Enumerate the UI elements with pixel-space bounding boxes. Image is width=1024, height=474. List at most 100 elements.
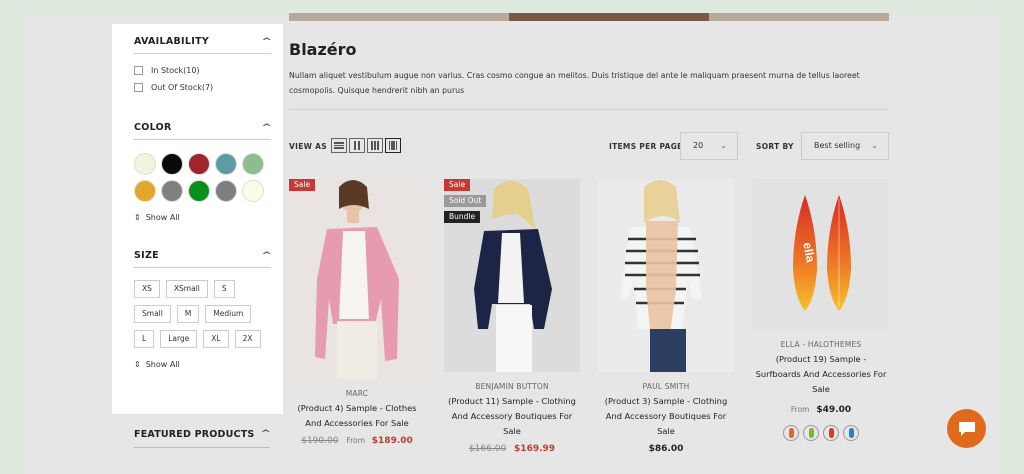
availability-header[interactable]: AVAILABILITY ^ xyxy=(134,36,273,54)
surfboard-icon xyxy=(788,428,794,438)
collection-description: Nullam aliquet vestibulum augue non vari… xyxy=(289,71,860,95)
expand-icon: ⇕ xyxy=(134,360,141,369)
list-view-button[interactable] xyxy=(331,138,347,153)
color-swatch[interactable] xyxy=(188,153,210,175)
filter-out-of-stock[interactable]: Out Of Stock(7) xyxy=(134,83,271,92)
size-option[interactable]: XL xyxy=(203,330,229,348)
sort-by-select[interactable]: Best selling ⌄ xyxy=(801,132,889,160)
chevron-up-icon[interactable]: ^ xyxy=(262,251,273,261)
size-header[interactable]: SIZE ^ xyxy=(134,250,273,268)
product-vendor[interactable]: ELLA - HALOTHEMES xyxy=(753,340,889,349)
color-swatch[interactable] xyxy=(188,180,210,202)
availability-title: AVAILABILITY xyxy=(134,36,210,47)
color-swatch[interactable] xyxy=(215,180,237,202)
chat-icon xyxy=(958,421,975,436)
size-option[interactable]: S xyxy=(213,280,235,298)
size-title: SIZE xyxy=(134,250,159,261)
size-show-all[interactable]: ⇕ Show All xyxy=(134,360,271,369)
product-image[interactable] xyxy=(444,179,580,372)
variant-swatches xyxy=(753,425,889,441)
filter-sidebar: AVAILABILITY ^ In Stock(10) Out Of Stock… xyxy=(112,24,283,414)
filter-label: Out Of Stock(7) xyxy=(151,83,214,92)
variant-swatch[interactable] xyxy=(843,425,859,441)
grid-3-view-button[interactable] xyxy=(367,138,383,153)
filter-in-stock[interactable]: In Stock(10) xyxy=(134,66,271,75)
sort-by-label: SORT BY xyxy=(756,142,794,151)
grid-2-view-button[interactable] xyxy=(349,138,365,153)
size-option[interactable]: XSmall xyxy=(165,280,208,298)
product-image[interactable] xyxy=(289,179,425,379)
product-image[interactable]: ella xyxy=(753,179,889,330)
size-option[interactable]: 2X xyxy=(234,330,261,348)
color-swatch[interactable] xyxy=(242,180,264,202)
product-name[interactable]: (Product 3) Sample - Clothing And Access… xyxy=(598,394,734,439)
regular-price: $49.00 xyxy=(816,405,852,415)
product-image[interactable] xyxy=(598,179,734,372)
sale-price: $169.99 xyxy=(514,444,556,454)
size-option[interactable]: Medium xyxy=(205,305,252,323)
product-vendor[interactable]: MARC xyxy=(289,389,425,398)
sale-badge: Sale xyxy=(444,179,471,191)
chevron-up-icon[interactable]: ^ xyxy=(261,429,272,440)
size-option[interactable]: M xyxy=(176,305,200,323)
color-header[interactable]: COLOR ^ xyxy=(134,122,273,140)
size-option[interactable]: Large xyxy=(160,330,198,348)
size-option[interactable]: XS xyxy=(134,280,160,298)
from-label: From xyxy=(790,405,810,414)
color-swatch[interactable] xyxy=(161,180,183,202)
color-swatch[interactable] xyxy=(134,153,156,175)
sale-price: $189.00 xyxy=(371,436,413,446)
surfboard-icon xyxy=(828,428,834,438)
chevron-down-icon: ⌄ xyxy=(720,141,727,150)
chevron-up-icon[interactable]: ^ xyxy=(262,123,273,133)
checkbox[interactable] xyxy=(134,83,143,92)
variant-swatch[interactable] xyxy=(803,425,819,441)
items-per-page-label: ITEMS PER PAGE xyxy=(609,142,683,151)
color-swatches xyxy=(134,153,271,202)
color-swatch[interactable] xyxy=(215,153,237,175)
items-per-page-select[interactable]: 20 ⌄ xyxy=(680,132,738,160)
product-card[interactable]: ella ELLA - HALOTHEMES (Product 19) Samp… xyxy=(753,179,889,441)
product-name[interactable]: (Product 4) Sample - Clothes And Accesso… xyxy=(289,401,425,431)
product-price: From $49.00 xyxy=(753,405,889,415)
navy-blazer-photo xyxy=(444,179,580,372)
color-swatch[interactable] xyxy=(134,180,156,202)
product-card[interactable]: MARC (Product 4) Sample - Clothes And Ac… xyxy=(289,179,425,446)
color-swatch[interactable] xyxy=(242,153,264,175)
from-label: From xyxy=(346,436,365,445)
view-as-label: VIEW AS xyxy=(289,142,327,151)
variant-swatch[interactable] xyxy=(823,425,839,441)
surfboard-icon xyxy=(848,428,854,438)
sale-badge: Sale xyxy=(289,179,316,191)
select-value: 20 xyxy=(693,141,704,150)
regular-price: $86.00 xyxy=(648,444,684,454)
size-option[interactable]: L xyxy=(134,330,155,348)
color-title: COLOR xyxy=(134,122,172,133)
compare-price: $190.00 xyxy=(301,436,339,446)
color-swatch[interactable] xyxy=(161,153,183,175)
select-value: Best selling xyxy=(814,141,861,150)
chat-button[interactable] xyxy=(947,409,986,448)
product-vendor[interactable]: BENJAMIN BUTTON xyxy=(444,382,580,391)
show-all-label: Show All xyxy=(145,213,180,222)
product-price: $190.00 From $189.00 xyxy=(289,436,425,446)
collection-banner xyxy=(289,13,889,21)
product-price: $86.00 xyxy=(598,444,734,454)
chevron-down-icon: ⌄ xyxy=(871,141,878,150)
variant-swatch[interactable] xyxy=(783,425,799,441)
checkbox[interactable] xyxy=(134,66,143,75)
product-card[interactable]: PAUL SMITH (Product 3) Sample - Clothing… xyxy=(598,179,734,454)
sold-out-badge: Sold Out xyxy=(444,195,487,207)
divider xyxy=(289,109,889,110)
featured-products-header[interactable]: FEATURED PRODUCTS ^ xyxy=(134,429,272,448)
size-option[interactable]: Small xyxy=(134,305,171,323)
grid-4-view-button[interactable] xyxy=(385,138,401,153)
product-name[interactable]: (Product 11) Sample - Clothing And Acces… xyxy=(444,394,580,439)
product-name[interactable]: (Product 19) Sample - Surfboards And Acc… xyxy=(753,352,889,397)
featured-title: FEATURED PRODUCTS xyxy=(134,429,255,440)
page-title: Blazéro xyxy=(289,40,357,59)
color-show-all[interactable]: ⇕ Show All xyxy=(134,213,271,222)
product-vendor[interactable]: PAUL SMITH xyxy=(598,382,734,391)
striped-scarf-photo xyxy=(598,179,734,372)
chevron-up-icon[interactable]: ^ xyxy=(262,37,273,47)
